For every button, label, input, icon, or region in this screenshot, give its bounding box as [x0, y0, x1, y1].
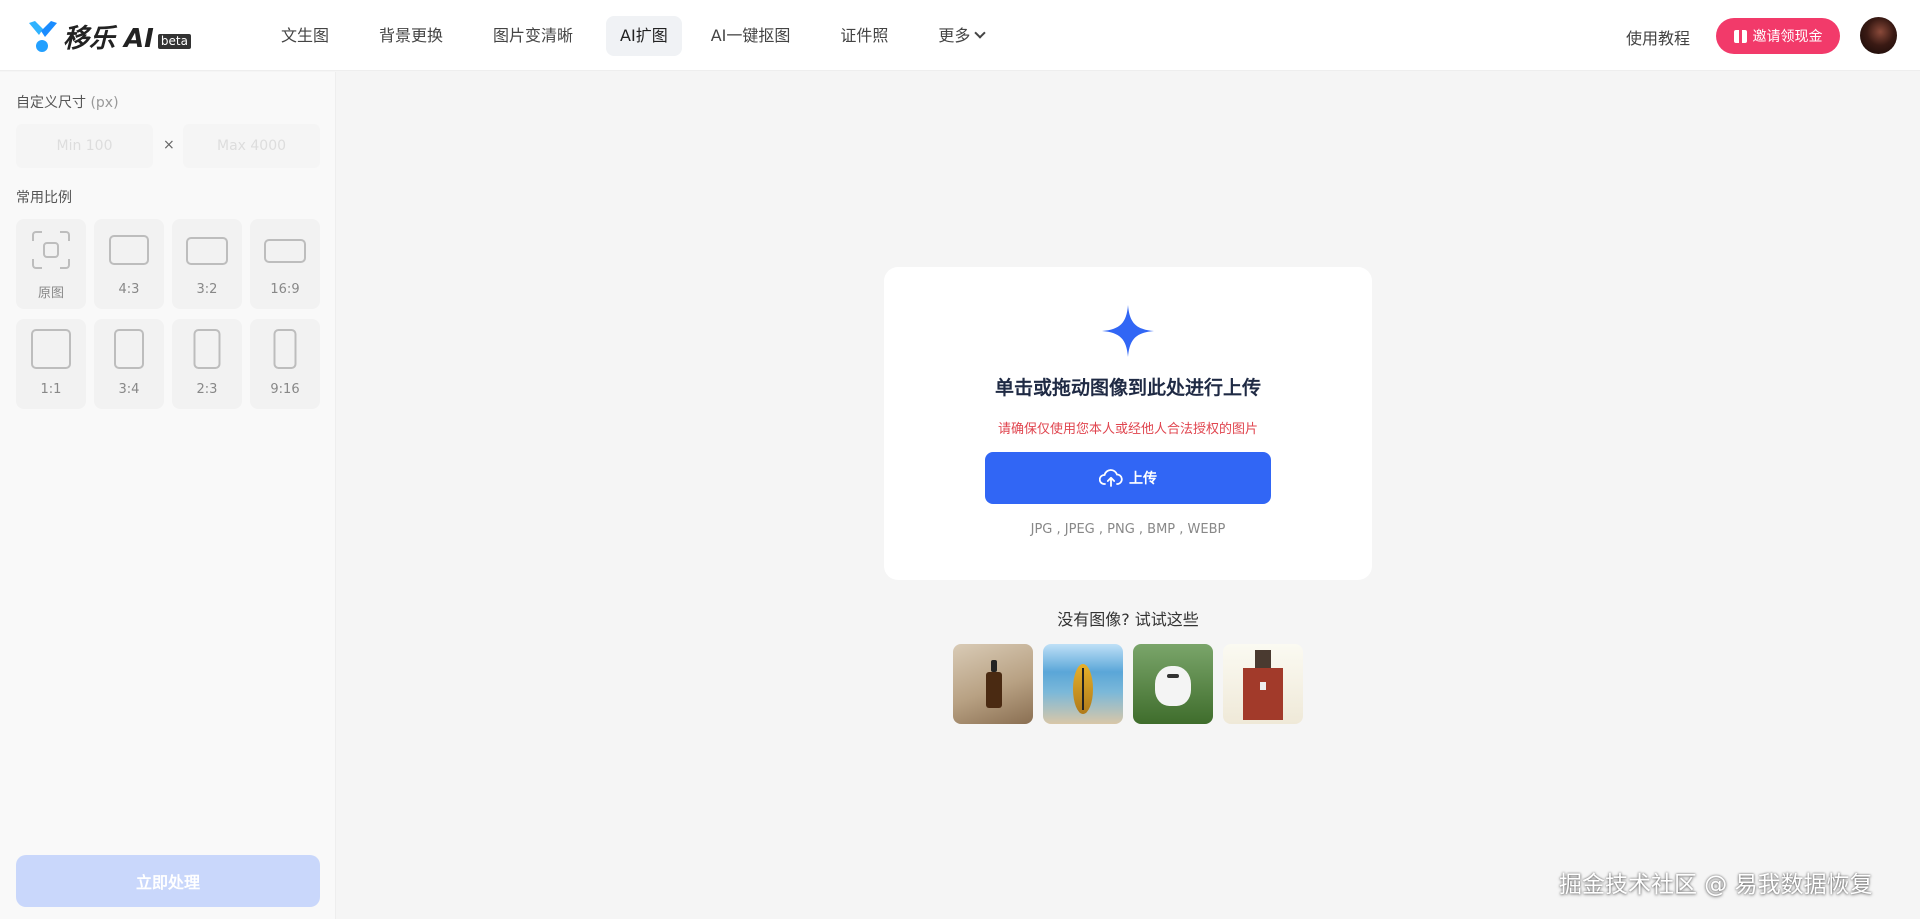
nav-more[interactable]: 更多 — [915, 16, 1007, 56]
process-now-button[interactable]: 立即处理 — [16, 855, 320, 907]
ratio-original[interactable]: 原图 — [16, 219, 86, 309]
ratio-3-2[interactable]: 3:2 — [172, 219, 242, 309]
main-nav: 文生图 背景更换 图片变清晰 AI扩图 AI一键抠图 证件照 更多 — [258, 16, 1011, 56]
ratio-3-4[interactable]: 3:4 — [94, 319, 164, 409]
custom-size-label: 自定义尺寸 — [16, 95, 86, 111]
ratio-1-1-icon — [31, 329, 71, 369]
ratio-9-16[interactable]: 9:16 — [250, 319, 320, 409]
supported-formats: JPG , JPEG , PNG , BMP , WEBP — [1030, 522, 1226, 537]
ratio-label: 3:2 — [196, 282, 218, 297]
invite-cash-label: 邀请领现金 — [1752, 29, 1823, 45]
times-sign: × — [163, 137, 175, 153]
nav-ai-cutout[interactable]: AI一键抠图 — [688, 16, 814, 56]
top-header: 移乐 AI beta 文生图 背景更换 图片变清晰 AI扩图 AI一键抠图 证件… — [0, 0, 1920, 71]
gift-icon — [1733, 29, 1747, 43]
ratio-label: 1:1 — [40, 382, 62, 397]
custom-size-unit: (px) — [90, 95, 119, 111]
user-avatar[interactable] — [1860, 17, 1897, 54]
beta-badge: beta — [157, 33, 191, 49]
sample-images — [953, 644, 1313, 724]
sample-image-surfboard[interactable] — [1043, 644, 1123, 724]
nav-id-photo[interactable]: 证件照 — [817, 16, 911, 56]
settings-sidebar: 自定义尺寸 (px) × 常用比例 原图 4:3 3:2 16:9 1:1 3:… — [0, 72, 336, 919]
nav-ai-expand[interactable]: AI扩图 — [606, 16, 682, 56]
ratio-label: 3:4 — [118, 382, 140, 397]
custom-size-title: 自定义尺寸 (px) — [16, 92, 119, 112]
ratio-9-16-icon — [273, 329, 297, 369]
nav-more-label: 更多 — [938, 26, 971, 45]
watermark: 掘金技术社区 @ 易我数据恢复 — [1559, 872, 1873, 898]
logo-icon — [29, 21, 57, 52]
ratio-2-3[interactable]: 2:3 — [172, 319, 242, 409]
sample-image-church[interactable] — [1223, 644, 1303, 724]
tutorial-link[interactable]: 使用教程 — [1626, 25, 1690, 49]
upload-button[interactable]: 上传 — [985, 452, 1271, 504]
ratio-label: 原图 — [37, 286, 64, 301]
ratio-1-1[interactable]: 1:1 — [16, 319, 86, 409]
ratio-2-3-icon — [193, 329, 221, 369]
ratio-4-3-icon — [109, 235, 149, 265]
ratio-label: 16:9 — [270, 282, 300, 297]
sparkle-icon — [1102, 305, 1154, 357]
ratio-3-4-icon — [114, 329, 144, 369]
ratio-3-2-icon — [186, 237, 228, 265]
crop-original-icon — [32, 231, 70, 269]
sample-images-title: 没有图像? 试试这些 — [1057, 610, 1199, 629]
nav-background-replace[interactable]: 背景更换 — [356, 16, 466, 56]
max-size-input[interactable] — [183, 124, 320, 168]
upload-dropzone[interactable]: 单击或拖动图像到此处进行上传 请确保仅使用您本人或经他人合法授权的图片 上传 J… — [884, 267, 1372, 580]
upload-button-label: 上传 — [1129, 471, 1157, 487]
ratio-label: 9:16 — [270, 382, 300, 397]
upload-warning: 请确保仅使用您本人或经他人合法授权的图片 — [997, 422, 1258, 437]
invite-cash-button[interactable]: 邀请领现金 — [1716, 18, 1840, 54]
ratio-16-9-icon — [264, 239, 306, 263]
logo-text: 移乐 AI — [63, 23, 154, 54]
logo[interactable]: 移乐 AI beta — [27, 19, 191, 54]
ratio-4-3[interactable]: 4:3 — [94, 219, 164, 309]
chevron-down-icon — [974, 27, 987, 39]
nav-text-to-image[interactable]: 文生图 — [258, 16, 352, 56]
min-size-input[interactable] — [16, 124, 153, 168]
ratio-16-9[interactable]: 16:9 — [250, 219, 320, 309]
ratio-label: 2:3 — [196, 382, 218, 397]
nav-image-enhance[interactable]: 图片变清晰 — [470, 16, 596, 56]
cloud-upload-icon — [1099, 469, 1123, 487]
sample-image-dog[interactable] — [1133, 644, 1213, 724]
ratio-label: 4:3 — [118, 282, 140, 297]
ratio-title: 常用比例 — [16, 190, 72, 206]
sample-image-bottle[interactable] — [953, 644, 1033, 724]
upload-title: 单击或拖动图像到此处进行上传 — [994, 377, 1261, 399]
